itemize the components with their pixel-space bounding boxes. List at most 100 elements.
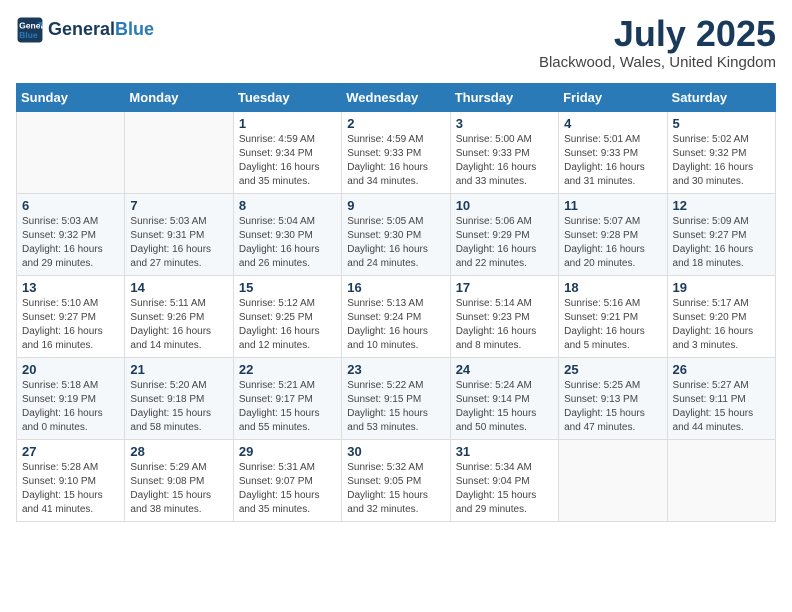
day-info: Sunrise: 5:03 AM Sunset: 9:31 PM Dayligh…	[130, 215, 227, 271]
day-number: 10	[456, 198, 553, 213]
day-info: Sunrise: 5:17 AM Sunset: 9:20 PM Dayligh…	[673, 297, 770, 353]
calendar-cell: 13 Sunrise: 5:10 AM Sunset: 9:27 PM Dayli…	[17, 276, 125, 358]
svg-text:Blue: Blue	[19, 30, 38, 40]
day-info: Sunrise: 5:11 AM Sunset: 9:26 PM Dayligh…	[130, 297, 227, 353]
calendar-cell: 4Sunrise: 5:01 AM Sunset: 9:33 PM Daylig…	[559, 112, 667, 194]
day-info: Sunrise: 5:32 AM Sunset: 9:05 PM Dayligh…	[347, 461, 444, 517]
weekday-header: Sunday	[17, 84, 125, 112]
day-number: 1	[239, 116, 336, 131]
calendar-cell: 10 Sunrise: 5:06 AM Sunset: 9:29 PM Dayli…	[450, 194, 558, 276]
day-info: Sunrise: 5:03 AM Sunset: 9:32 PM Dayligh…	[22, 215, 119, 271]
weekday-header: Friday	[559, 84, 667, 112]
day-info: Sunrise: 4:59 AM Sunset: 9:34 PM Dayligh…	[239, 133, 336, 189]
calendar-cell	[667, 440, 775, 522]
day-info: Sunrise: 5:13 AM Sunset: 9:24 PM Dayligh…	[347, 297, 444, 353]
calendar-cell: 21 Sunrise: 5:20 AM Sunset: 9:18 PM Dayli…	[125, 358, 233, 440]
calendar-cell: 16Sunrise: 5:13 AM Sunset: 9:24 PM Dayli…	[342, 276, 450, 358]
calendar-cell: 26 Sunrise: 5:27 AM Sunset: 9:11 PM Dayli…	[667, 358, 775, 440]
calendar-week-row: 13 Sunrise: 5:10 AM Sunset: 9:27 PM Dayli…	[17, 276, 776, 358]
logo-text: GeneralBlue	[48, 20, 154, 40]
day-info: Sunrise: 5:16 AM Sunset: 9:21 PM Dayligh…	[564, 297, 661, 353]
day-number: 25	[564, 362, 661, 377]
calendar-cell: 8Sunrise: 5:04 AM Sunset: 9:30 PM Daylig…	[233, 194, 341, 276]
day-number: 18	[564, 280, 661, 295]
day-info: Sunrise: 5:00 AM Sunset: 9:33 PM Dayligh…	[456, 133, 553, 189]
day-info: Sunrise: 5:20 AM Sunset: 9:18 PM Dayligh…	[130, 379, 227, 435]
day-number: 9	[347, 198, 444, 213]
logo: General Blue GeneralBlue	[16, 16, 154, 44]
calendar-cell: 27Sunrise: 5:28 AM Sunset: 9:10 PM Dayli…	[17, 440, 125, 522]
logo-icon: General Blue	[16, 16, 44, 44]
calendar-cell: 15 Sunrise: 5:12 AM Sunset: 9:25 PM Dayli…	[233, 276, 341, 358]
day-number: 21	[130, 362, 227, 377]
calendar-cell: 22 Sunrise: 5:21 AM Sunset: 9:17 PM Dayli…	[233, 358, 341, 440]
day-number: 28	[130, 444, 227, 459]
day-number: 30	[347, 444, 444, 459]
day-number: 2	[347, 116, 444, 131]
calendar-cell: 9 Sunrise: 5:05 AM Sunset: 9:30 PM Daylig…	[342, 194, 450, 276]
weekday-header: Wednesday	[342, 84, 450, 112]
day-number: 3	[456, 116, 553, 131]
day-number: 4	[564, 116, 661, 131]
calendar-cell	[559, 440, 667, 522]
svg-text:General: General	[19, 20, 44, 30]
calendar-cell	[125, 112, 233, 194]
day-number: 26	[673, 362, 770, 377]
day-number: 29	[239, 444, 336, 459]
calendar-cell: 20Sunrise: 5:18 AM Sunset: 9:19 PM Dayli…	[17, 358, 125, 440]
month-year: July 2025	[539, 16, 776, 52]
calendar-cell: 3 Sunrise: 5:00 AM Sunset: 9:33 PM Daylig…	[450, 112, 558, 194]
day-info: Sunrise: 5:22 AM Sunset: 9:15 PM Dayligh…	[347, 379, 444, 435]
calendar-cell: 24Sunrise: 5:24 AM Sunset: 9:14 PM Dayli…	[450, 358, 558, 440]
calendar-cell: 1 Sunrise: 4:59 AM Sunset: 9:34 PM Daylig…	[233, 112, 341, 194]
day-info: Sunrise: 5:14 AM Sunset: 9:23 PM Dayligh…	[456, 297, 553, 353]
day-info: Sunrise: 5:31 AM Sunset: 9:07 PM Dayligh…	[239, 461, 336, 517]
day-info: Sunrise: 5:12 AM Sunset: 9:25 PM Dayligh…	[239, 297, 336, 353]
calendar-cell: 28 Sunrise: 5:29 AM Sunset: 9:08 PM Dayli…	[125, 440, 233, 522]
day-info: Sunrise: 5:04 AM Sunset: 9:30 PM Dayligh…	[239, 215, 336, 271]
calendar-cell	[17, 112, 125, 194]
day-number: 23	[347, 362, 444, 377]
calendar-cell: 5Sunrise: 5:02 AM Sunset: 9:32 PM Daylig…	[667, 112, 775, 194]
calendar-cell: 30 Sunrise: 5:32 AM Sunset: 9:05 PM Dayli…	[342, 440, 450, 522]
weekday-header: Monday	[125, 84, 233, 112]
weekday-header: Tuesday	[233, 84, 341, 112]
day-number: 22	[239, 362, 336, 377]
calendar-cell: 29 Sunrise: 5:31 AM Sunset: 9:07 PM Dayli…	[233, 440, 341, 522]
day-info: Sunrise: 5:18 AM Sunset: 9:19 PM Dayligh…	[22, 379, 119, 435]
calendar-cell: 14Sunrise: 5:11 AM Sunset: 9:26 PM Dayli…	[125, 276, 233, 358]
day-number: 27	[22, 444, 119, 459]
day-info: Sunrise: 4:59 AM Sunset: 9:33 PM Dayligh…	[347, 133, 444, 189]
calendar-week-row: 1 Sunrise: 4:59 AM Sunset: 9:34 PM Daylig…	[17, 112, 776, 194]
day-number: 19	[673, 280, 770, 295]
location: Blackwood, Wales, United Kingdom	[539, 54, 776, 71]
day-number: 17	[456, 280, 553, 295]
day-info: Sunrise: 5:07 AM Sunset: 9:28 PM Dayligh…	[564, 215, 661, 271]
title-area: July 2025 Blackwood, Wales, United Kingd…	[539, 16, 776, 71]
day-info: Sunrise: 5:29 AM Sunset: 9:08 PM Dayligh…	[130, 461, 227, 517]
calendar-week-row: 6 Sunrise: 5:03 AM Sunset: 9:32 PM Daylig…	[17, 194, 776, 276]
calendar-cell: 2 Sunrise: 4:59 AM Sunset: 9:33 PM Daylig…	[342, 112, 450, 194]
calendar-cell: 6 Sunrise: 5:03 AM Sunset: 9:32 PM Daylig…	[17, 194, 125, 276]
day-info: Sunrise: 5:27 AM Sunset: 9:11 PM Dayligh…	[673, 379, 770, 435]
day-info: Sunrise: 5:05 AM Sunset: 9:30 PM Dayligh…	[347, 215, 444, 271]
calendar-cell: 18 Sunrise: 5:16 AM Sunset: 9:21 PM Dayli…	[559, 276, 667, 358]
day-number: 6	[22, 198, 119, 213]
day-number: 15	[239, 280, 336, 295]
calendar-cell: 23 Sunrise: 5:22 AM Sunset: 9:15 PM Dayli…	[342, 358, 450, 440]
day-info: Sunrise: 5:24 AM Sunset: 9:14 PM Dayligh…	[456, 379, 553, 435]
day-number: 5	[673, 116, 770, 131]
weekday-header-row: SundayMondayTuesdayWednesdayThursdayFrid…	[17, 84, 776, 112]
day-info: Sunrise: 5:09 AM Sunset: 9:27 PM Dayligh…	[673, 215, 770, 271]
day-info: Sunrise: 5:06 AM Sunset: 9:29 PM Dayligh…	[456, 215, 553, 271]
calendar-week-row: 20Sunrise: 5:18 AM Sunset: 9:19 PM Dayli…	[17, 358, 776, 440]
day-number: 11	[564, 198, 661, 213]
page-header: General Blue GeneralBlue July 2025 Black…	[16, 16, 776, 71]
day-info: Sunrise: 5:25 AM Sunset: 9:13 PM Dayligh…	[564, 379, 661, 435]
calendar-cell: 7Sunrise: 5:03 AM Sunset: 9:31 PM Daylig…	[125, 194, 233, 276]
weekday-header: Thursday	[450, 84, 558, 112]
day-info: Sunrise: 5:10 AM Sunset: 9:27 PM Dayligh…	[22, 297, 119, 353]
day-number: 13	[22, 280, 119, 295]
day-number: 12	[673, 198, 770, 213]
day-info: Sunrise: 5:21 AM Sunset: 9:17 PM Dayligh…	[239, 379, 336, 435]
